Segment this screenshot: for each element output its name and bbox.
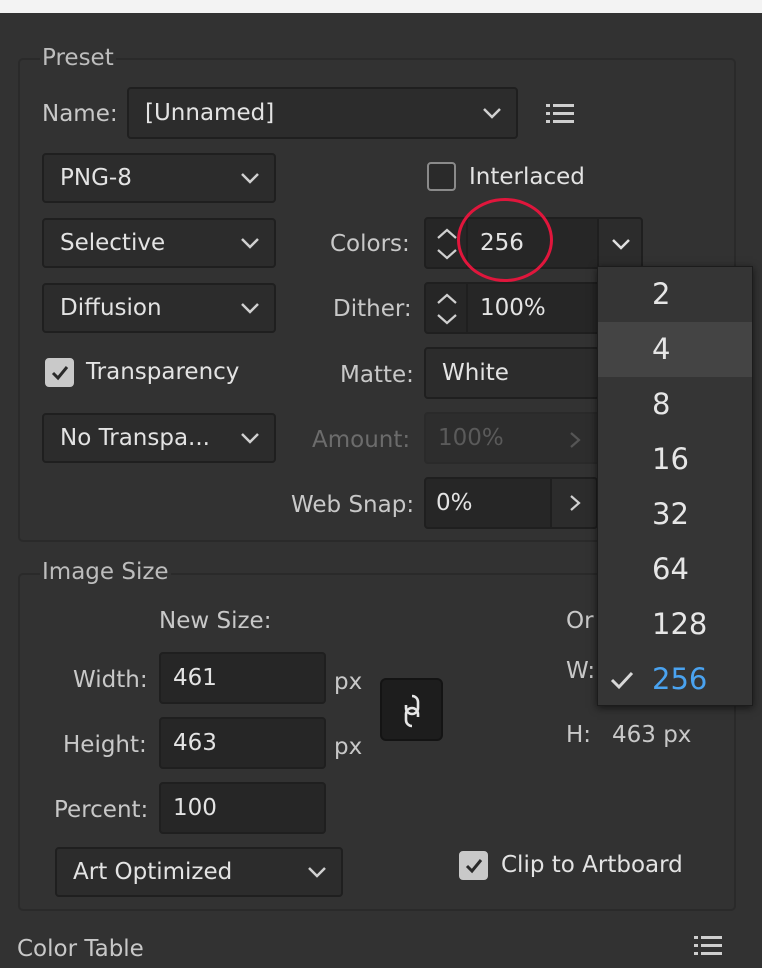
chevron-down-icon: [241, 238, 259, 249]
percent-input[interactable]: 100: [159, 782, 326, 834]
interlaced-label: Interlaced: [469, 164, 585, 190]
preset-menu-icon[interactable]: [545, 102, 575, 126]
matte-label: Matte:: [340, 362, 414, 388]
chevron-right-icon: [570, 495, 581, 511]
matte-dropdown[interactable]: White: [424, 347, 600, 399]
color-reduction-value: Selective: [60, 230, 166, 256]
original-height-label: H:: [566, 722, 592, 748]
original-size-label: Or: [566, 608, 594, 634]
web-snap-slider-button[interactable]: [550, 477, 598, 529]
colors-menu-item-label: 16: [652, 442, 689, 476]
color-table-menu-icon[interactable]: [693, 934, 723, 958]
stepper-arrows-icon: [437, 228, 457, 260]
width-input[interactable]: 461: [159, 652, 326, 704]
clip-to-artboard-label: Clip to Artboard: [501, 852, 683, 878]
height-label: Height:: [63, 732, 147, 758]
constrain-proportions-button[interactable]: [380, 678, 443, 741]
width-value: 461: [173, 665, 217, 691]
amount-input: 100%: [424, 412, 600, 464]
colors-menu-item-label: 4: [652, 332, 671, 366]
amount-value: 100%: [438, 425, 504, 451]
web-snap-label: Web Snap:: [291, 492, 415, 518]
checkmark-icon: [465, 859, 483, 874]
preset-name-value: [Unnamed]: [145, 100, 275, 126]
dither-input[interactable]: 100%: [466, 282, 600, 334]
percent-value: 100: [173, 795, 217, 821]
clip-to-artboard-checkbox[interactable]: [459, 851, 488, 880]
stepper-arrows-icon: [437, 293, 457, 325]
colors-dropdown-button[interactable]: [597, 217, 643, 269]
chevron-down-icon: [483, 108, 501, 119]
colors-menu-item[interactable]: 64: [598, 542, 752, 597]
window-top-strip: [0, 0, 762, 13]
web-snap-value: 0%: [436, 490, 473, 516]
colors-menu-item-label: 128: [652, 607, 708, 641]
preset-name-dropdown[interactable]: [Unnamed]: [127, 87, 518, 139]
dither-label: Dither:: [333, 296, 412, 322]
chevron-down-icon: [308, 867, 326, 878]
width-unit: px: [334, 669, 363, 695]
highlight-circle: [457, 198, 553, 282]
chevron-down-icon: [612, 239, 630, 250]
original-height-value: 463 px: [612, 722, 692, 748]
height-value: 463: [173, 730, 217, 756]
colors-dropdown-menu: 2 4 8 16 32 64 128 256: [597, 266, 753, 706]
colors-menu-item[interactable]: 32: [598, 487, 752, 542]
web-snap-input[interactable]: 0%: [424, 477, 552, 529]
color-table-title: Color Table: [17, 936, 144, 962]
colors-menu-item[interactable]: 16: [598, 432, 752, 487]
colors-menu-item-selected[interactable]: 256: [598, 652, 752, 707]
format-value: PNG-8: [60, 165, 132, 191]
preset-legend: Preset: [40, 44, 116, 72]
name-label: Name:: [42, 101, 118, 127]
height-unit: px: [334, 734, 363, 760]
colors-menu-item[interactable]: 128: [598, 597, 752, 652]
transparency-dither-dropdown[interactable]: No Transpa...: [42, 413, 276, 463]
interlaced-checkbox[interactable]: [427, 162, 456, 191]
colors-menu-item[interactable]: 8: [598, 377, 752, 432]
format-dropdown[interactable]: PNG-8: [42, 153, 276, 203]
colors-label: Colors:: [330, 231, 410, 257]
original-width-label: W:: [566, 658, 596, 684]
transparency-label: Transparency: [86, 359, 240, 385]
transparency-dither-value: No Transpa...: [60, 425, 210, 451]
colors-menu-item-label: 64: [652, 552, 689, 586]
color-reduction-dropdown[interactable]: Selective: [42, 218, 276, 268]
amount-label: Amount:: [312, 427, 411, 453]
transparency-checkbox[interactable]: [45, 358, 74, 387]
chevron-right-icon: [570, 432, 581, 448]
link-icon: [404, 694, 420, 728]
matte-value: White: [442, 360, 509, 386]
new-size-label: New Size:: [159, 608, 272, 634]
colors-menu-item-label: 8: [652, 387, 671, 421]
chevron-down-icon: [241, 433, 259, 444]
resample-quality-dropdown[interactable]: Art Optimized: [55, 847, 343, 897]
height-input[interactable]: 463: [159, 717, 326, 769]
resample-quality-value: Art Optimized: [73, 859, 233, 885]
colors-menu-item-label: 256: [652, 662, 708, 696]
chevron-down-icon: [241, 303, 259, 314]
dither-stepper[interactable]: [424, 282, 468, 334]
colors-menu-item-label: 2: [652, 277, 671, 311]
dither-algorithm-dropdown[interactable]: Diffusion: [42, 283, 276, 333]
dither-algorithm-value: Diffusion: [60, 295, 162, 321]
checkmark-icon: [610, 671, 634, 690]
checkmark-icon: [51, 366, 69, 381]
colors-menu-item-label: 32: [652, 497, 689, 531]
image-size-legend: Image Size: [40, 558, 171, 586]
percent-label: Percent:: [54, 797, 149, 823]
width-label: Width:: [73, 667, 148, 693]
dither-value: 100%: [480, 295, 546, 321]
chevron-down-icon: [241, 173, 259, 184]
colors-menu-item[interactable]: 4: [598, 322, 752, 377]
colors-menu-item[interactable]: 2: [598, 267, 752, 322]
